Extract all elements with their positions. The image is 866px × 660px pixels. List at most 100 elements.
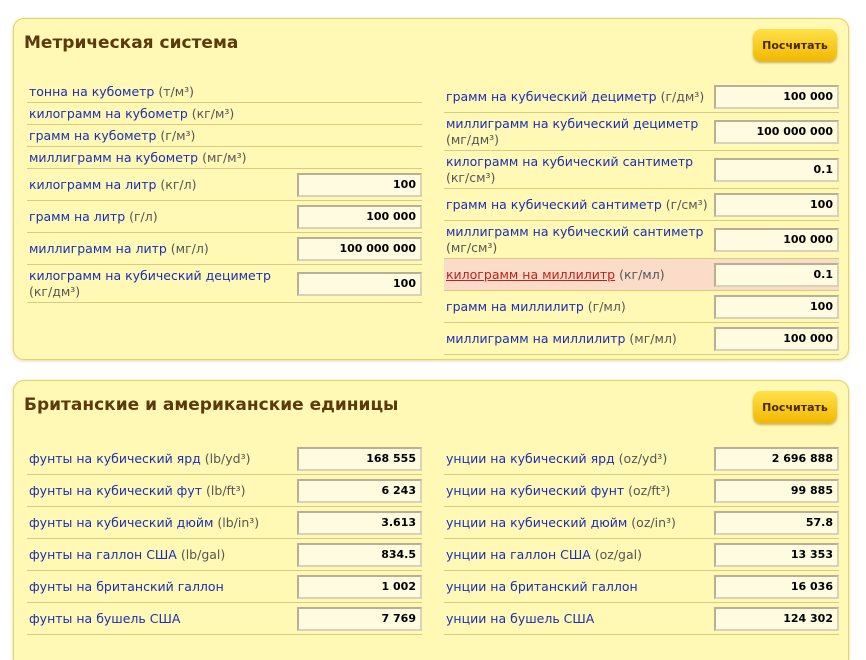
unit-row: грамм на кубический дециметр (г/дм³)	[444, 81, 839, 113]
unit-label: килограмм на литр (кг/л)	[29, 176, 197, 192]
unit-link[interactable]: фунты на кубический ярд	[29, 451, 201, 466]
calculate-button-british[interactable]: Посчитать	[753, 391, 837, 423]
unit-link[interactable]: унции на кубический дюйм	[446, 515, 627, 530]
unit-link[interactable]: миллиграмм на кубический сантиметр	[446, 224, 703, 239]
unit-value-input[interactable]	[297, 510, 422, 535]
unit-link[interactable]: килограмм на кубический дециметр	[29, 268, 271, 283]
unit-value-input[interactable]	[297, 446, 422, 471]
unit-value-input[interactable]	[714, 574, 839, 599]
unit-label: килограмм на кубометр (кг/м³)	[29, 105, 235, 121]
unit-value-input[interactable]	[714, 157, 839, 182]
unit-row: унции на кубический дюйм (oz/in³)	[444, 507, 839, 539]
unit-label: тонна на кубометр (т/м³)	[29, 83, 195, 99]
unit-link[interactable]: миллиграмм на миллилитр	[446, 331, 625, 346]
unit-value-input[interactable]	[714, 542, 839, 567]
unit-link[interactable]: тонна на кубометр	[29, 84, 154, 99]
unit-link[interactable]: килограмм на кубометр	[29, 106, 188, 121]
panel-title-british: Британские и американские единицы	[24, 395, 399, 415]
unit-link[interactable]: унции на кубический ярд	[446, 451, 615, 466]
unit-row: миллиграмм на литр (мг/л)	[27, 233, 422, 265]
unit-row: фунты на британский галлон	[27, 571, 422, 603]
unit-value-input[interactable]	[714, 606, 839, 631]
unit-label: миллиграмм на литр (мг/л)	[29, 240, 209, 256]
unit-label: грамм на кубический дециметр (г/дм³)	[446, 88, 705, 104]
unit-row: фунты на галлон США (lb/gal)	[27, 539, 422, 571]
unit-row: грамм на кубический сантиметр (г/см³)	[444, 189, 839, 221]
unit-row: тонна на кубометр (т/м³)	[27, 81, 422, 103]
unit-link[interactable]: грамм на литр	[29, 209, 125, 224]
unit-row: унции на британский галлон	[444, 571, 839, 603]
unit-link[interactable]: килограмм на миллилитр	[446, 267, 615, 282]
unit-link[interactable]: фунты на британский галлон	[29, 579, 224, 594]
unit-value-input[interactable]	[714, 510, 839, 535]
unit-link[interactable]: килограмм на литр	[29, 177, 156, 192]
unit-label: фунты на кубический фут (lb/ft³)	[29, 482, 246, 498]
unit-label: миллиграмм на кубический сантиметр (мг/с…	[446, 223, 704, 255]
unit-link[interactable]: грамм на кубометр	[29, 128, 156, 143]
metric-right-column: грамм на кубический дециметр (г/дм³) мил…	[444, 81, 839, 355]
british-right-column: унции на кубический ярд (oz/yd³) унции н…	[444, 443, 839, 635]
unit-label: грамм на литр (г/л)	[29, 208, 158, 224]
panel-title-metric: Метрическая система	[24, 33, 239, 53]
unit-row: фунты на кубический ярд (lb/yd³)	[27, 443, 422, 475]
unit-value-input[interactable]	[297, 574, 422, 599]
unit-row: фунты на кубический дюйм (lb/in³)	[27, 507, 422, 539]
unit-row: килограмм на кубический сантиметр (кг/см…	[444, 151, 839, 189]
unit-link[interactable]: фунты на галлон США	[29, 547, 177, 562]
unit-label: килограмм на миллилитр (кг/мл)	[446, 266, 665, 282]
unit-row: грамм на литр (г/л)	[27, 201, 422, 233]
british-left-column: фунты на кубический ярд (lb/yd³) фунты н…	[27, 443, 422, 635]
british-panel: Британские и американские единицы Посчит…	[13, 380, 849, 660]
unit-label: унции на кубический дюйм (oz/in³)	[446, 514, 676, 530]
unit-label: миллиграмм на кубический дециметр (мг/дм…	[446, 115, 699, 147]
unit-value-input[interactable]	[297, 271, 422, 296]
unit-link[interactable]: миллиграмм на кубический дециметр	[446, 116, 698, 131]
unit-link[interactable]: унции на бушель США	[446, 611, 594, 626]
unit-label: унции на бушель США	[446, 611, 594, 627]
unit-link[interactable]: фунты на бушель США	[29, 611, 180, 626]
unit-link[interactable]: унции на кубический фунт	[446, 483, 624, 498]
unit-link[interactable]: фунты на кубический дюйм	[29, 515, 213, 530]
unit-row: фунты на бушель США	[27, 603, 422, 635]
unit-value-input[interactable]	[714, 192, 839, 217]
unit-label: миллиграмм на кубометр (мг/м³)	[29, 149, 247, 165]
calculate-button-metric[interactable]: Посчитать	[753, 29, 837, 61]
unit-link[interactable]: грамм на кубический сантиметр	[446, 197, 662, 212]
unit-label: грамм на миллилитр (г/мл)	[446, 298, 626, 314]
unit-value-input[interactable]	[714, 119, 839, 144]
unit-row: грамм на миллилитр (г/мл)	[444, 291, 839, 323]
unit-value-input[interactable]	[297, 204, 422, 229]
unit-label: грамм на кубометр (г/м³)	[29, 127, 196, 143]
unit-value-input[interactable]	[297, 606, 422, 631]
unit-value-input[interactable]	[714, 446, 839, 471]
unit-row: унции на кубический фунт (oz/ft³)	[444, 475, 839, 507]
unit-label: фунты на британский галлон	[29, 579, 224, 595]
unit-value-input[interactable]	[297, 542, 422, 567]
unit-value-input[interactable]	[714, 227, 839, 252]
unit-label: грамм на кубический сантиметр (г/см³)	[446, 196, 708, 212]
unit-value-input[interactable]	[297, 172, 422, 197]
unit-value-input[interactable]	[714, 294, 839, 319]
unit-label: унции на британский галлон	[446, 579, 638, 595]
unit-link[interactable]: миллиграмм на литр	[29, 241, 167, 256]
unit-value-input[interactable]	[297, 236, 422, 261]
unit-link[interactable]: унции на британский галлон	[446, 579, 638, 594]
unit-row: миллиграмм на кубический сантиметр (мг/с…	[444, 221, 839, 259]
unit-row: миллиграмм на миллилитр (мг/мл)	[444, 323, 839, 355]
unit-link[interactable]: миллиграмм на кубометр	[29, 150, 198, 165]
unit-label: фунты на галлон США (lb/gal)	[29, 546, 226, 562]
unit-link[interactable]: килограмм на кубический сантиметр	[446, 154, 693, 169]
unit-link[interactable]: грамм на кубический дециметр	[446, 89, 657, 104]
unit-link[interactable]: грамм на миллилитр	[446, 299, 584, 314]
unit-value-input[interactable]	[714, 262, 839, 287]
metric-panel: Метрическая система Посчитать тонна на к…	[13, 18, 849, 360]
unit-row-active: килограмм на миллилитр (кг/мл)	[444, 259, 839, 291]
unit-value-input[interactable]	[714, 84, 839, 109]
unit-value-input[interactable]	[297, 478, 422, 503]
unit-value-input[interactable]	[714, 478, 839, 503]
unit-label: миллиграмм на миллилитр (мг/мл)	[446, 330, 677, 346]
unit-link[interactable]: фунты на кубический фут	[29, 483, 202, 498]
unit-value-input[interactable]	[714, 326, 839, 351]
unit-label: фунты на бушель США	[29, 611, 180, 627]
unit-link[interactable]: унции на галлон США	[446, 547, 591, 562]
